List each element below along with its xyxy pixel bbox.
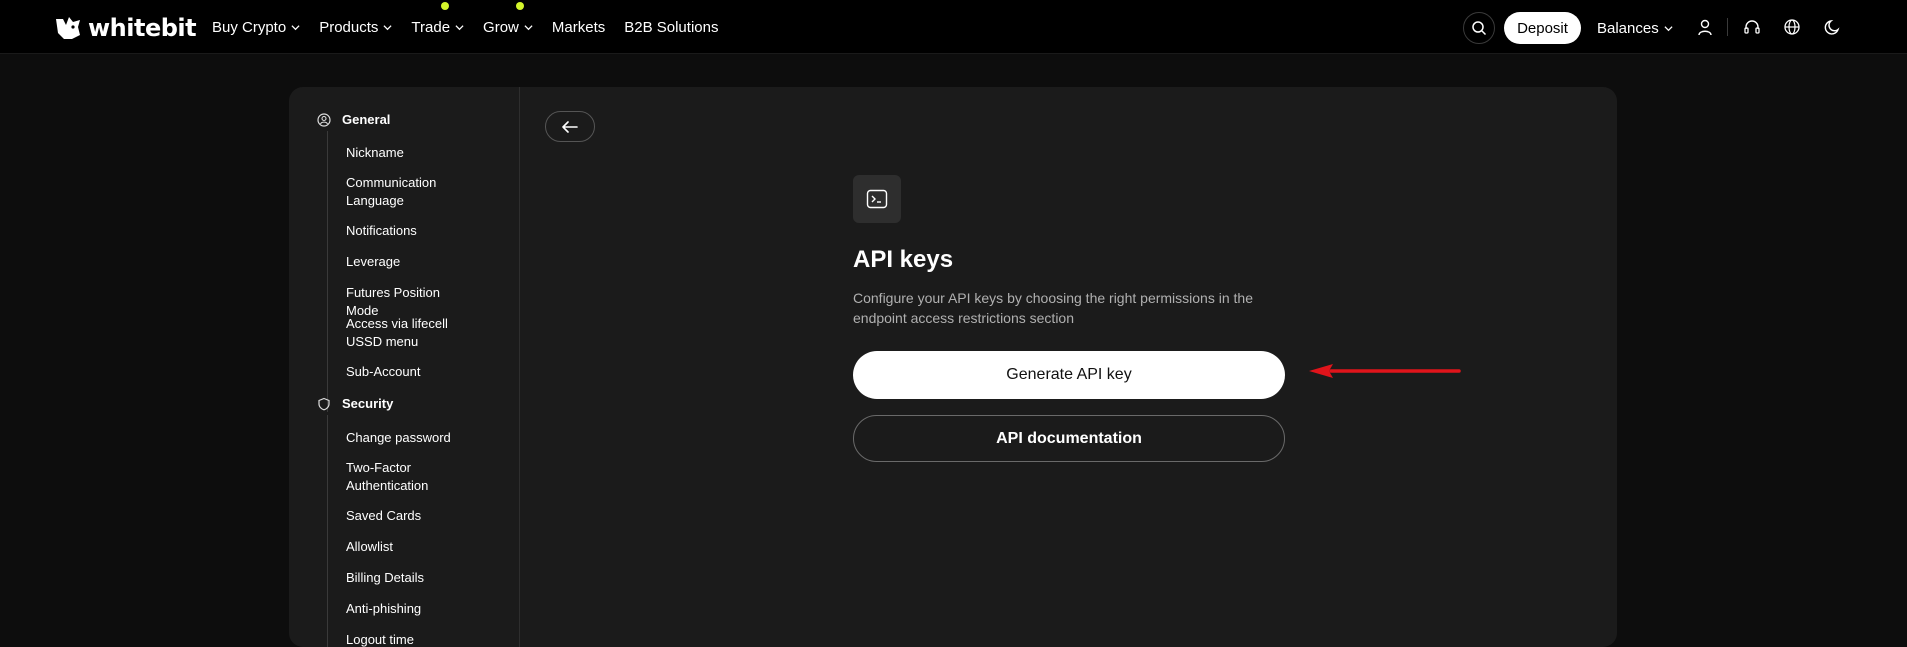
headset-icon [1744, 20, 1760, 34]
globe-icon [1784, 19, 1800, 35]
terminal-icon [866, 189, 888, 209]
toolbar-divider [1727, 18, 1728, 36]
logo-icon [56, 17, 80, 39]
sidebar-item-saved-cards[interactable]: Saved Cards [346, 507, 466, 525]
new-indicator-dot [516, 1, 525, 10]
deposit-button[interactable]: Deposit [1504, 12, 1581, 44]
chevron-down-icon [524, 24, 533, 30]
sidebar-item-allowlist[interactable]: Allowlist [346, 538, 466, 556]
sidebar-section-label: General [342, 112, 391, 127]
sidebar-item-access-via-lifecell[interactable]: Access via lifecell USSD menu [346, 315, 466, 351]
nav-label: Products [319, 18, 379, 36]
nav-label: Trade [411, 18, 451, 36]
sidebar-item-logout-time[interactable]: Logout time [346, 631, 466, 647]
nav-buy-crypto[interactable]: Buy Crypto [212, 19, 300, 36]
theme-toggle[interactable] [1823, 17, 1843, 37]
shield-icon [318, 397, 330, 410]
nav-trade[interactable]: Trade [411, 1, 464, 36]
sidebar-item-sub-account[interactable]: Sub-Account [346, 363, 466, 381]
nav-label: Grow [483, 18, 519, 36]
sidebar-item-notifications[interactable]: Notifications [346, 222, 466, 240]
nav-label: Markets [551, 18, 606, 36]
user-icon [1698, 19, 1712, 36]
sidebar-item-leverage[interactable]: Leverage [346, 253, 466, 271]
back-button[interactable] [545, 111, 595, 142]
user-circle-icon [317, 112, 331, 127]
generate-api-key-button[interactable]: Generate API key [853, 351, 1285, 399]
sidebar-item-anti-phishing[interactable]: Anti-phishing [346, 600, 466, 618]
search-icon [1472, 21, 1487, 36]
whitebit-logo[interactable]: whitebit [54, 14, 197, 42]
api-icon-tile [853, 175, 901, 223]
sidebar-section-label: Security [342, 396, 394, 411]
nav-label: Buy Crypto [212, 18, 287, 36]
balances-label: Balances [1597, 19, 1659, 37]
new-indicator-dot [441, 1, 450, 10]
logo-text: whitebit [88, 14, 197, 42]
account-button[interactable] [1695, 17, 1715, 37]
arrow-left-icon [562, 120, 578, 133]
search-button[interactable] [1463, 12, 1495, 44]
nav-label: B2B Solutions [624, 18, 719, 36]
top-navigation-bar: whitebit Buy Crypto Products Trade Grow … [0, 0, 1907, 54]
nav-markets[interactable]: Markets [552, 19, 605, 36]
nav-products[interactable]: Products [319, 19, 392, 36]
settings-sidebar: General Nickname Communication Language … [289, 87, 520, 647]
chevron-down-icon [291, 24, 300, 30]
sidebar-item-nickname[interactable]: Nickname [346, 144, 466, 162]
tree-connector [327, 131, 328, 412]
page-description: Configure your API keys by choosing the … [853, 290, 1253, 326]
sidebar-section-general[interactable]: General [317, 112, 390, 127]
nav-grow[interactable]: Grow [483, 1, 533, 36]
chevron-down-icon [383, 24, 392, 30]
sidebar-section-security[interactable]: Security [317, 396, 393, 411]
language-button[interactable] [1782, 17, 1802, 37]
main-nav: Buy Crypto Products Trade Grow Markets B… [212, 0, 737, 54]
sidebar-item-two-factor-authentication[interactable]: Two-Factor Authentication [346, 459, 466, 495]
sidebar-item-change-password[interactable]: Change password [346, 429, 466, 447]
page-title: API keys [853, 246, 954, 273]
moon-icon [1824, 19, 1840, 35]
sidebar-item-communication-language[interactable]: Communication Language [346, 174, 466, 210]
tree-connector [327, 415, 328, 647]
balances-dropdown[interactable]: Balances [1597, 12, 1673, 44]
sidebar-item-billing-details[interactable]: Billing Details [346, 569, 466, 587]
chevron-down-icon [1664, 25, 1673, 31]
nav-b2b-solutions[interactable]: B2B Solutions [624, 19, 718, 36]
annotation-arrow-icon [1309, 364, 1461, 378]
chevron-down-icon [455, 24, 464, 30]
support-button[interactable] [1742, 17, 1762, 37]
api-documentation-button[interactable]: API documentation [853, 415, 1285, 462]
